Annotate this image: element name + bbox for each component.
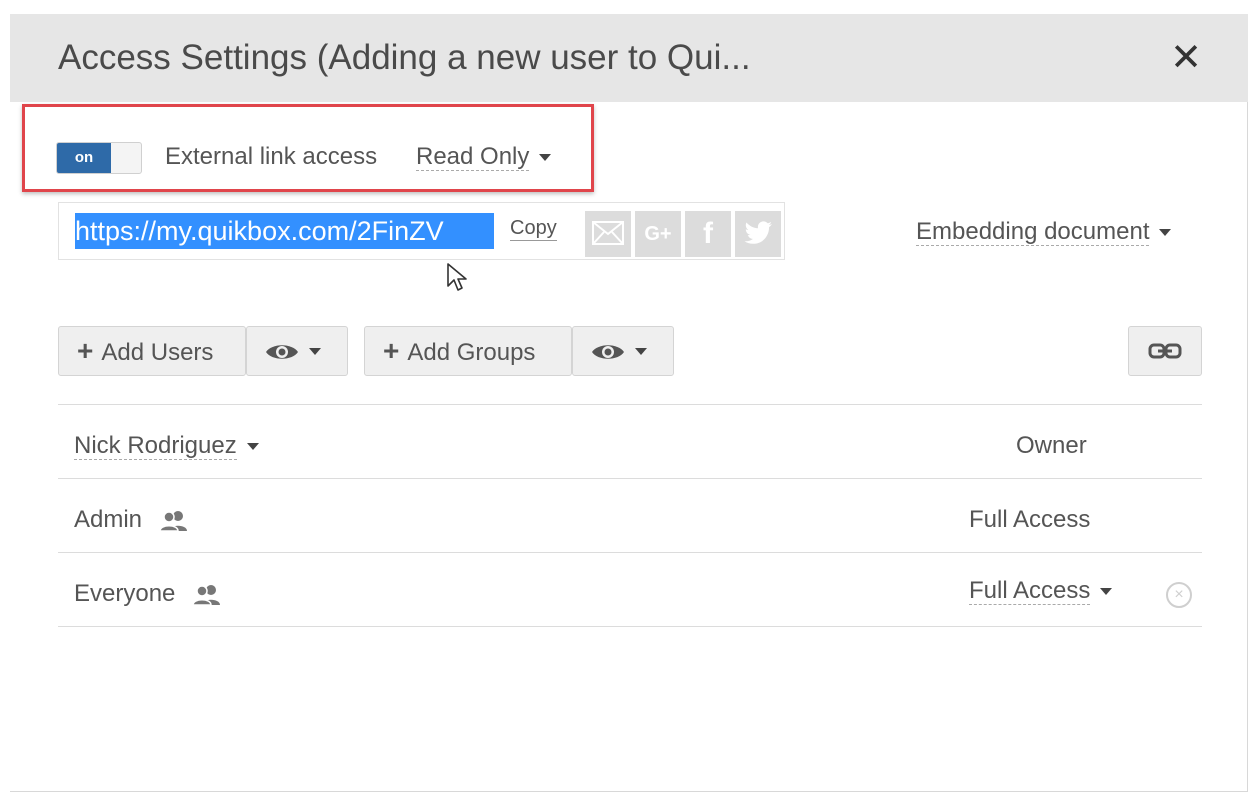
member-name: Everyone (74, 580, 176, 607)
member-name: Nick Rodriguez (74, 432, 237, 460)
chevron-down-icon (1159, 229, 1172, 237)
divider (58, 552, 1202, 553)
member-role: Full Access (969, 506, 1091, 533)
add-users-button[interactable]: + Add Users (58, 326, 246, 376)
add-groups-label: Add Groups (407, 339, 536, 366)
divider (58, 478, 1202, 479)
member-role-dropdown[interactable]: Full Access (969, 577, 1113, 605)
users-visibility-dropdown[interactable] (246, 326, 348, 376)
eye-icon (592, 344, 624, 359)
access-settings-dialog: Access Settings (Adding a new user to Qu… (10, 14, 1248, 792)
member-role: Full Access (969, 577, 1091, 605)
plus-icon: + (383, 335, 400, 366)
member-name: Admin (74, 506, 143, 533)
chevron-down-icon (1100, 588, 1113, 596)
group-icon (192, 584, 221, 606)
embedding-label: Embedding document (916, 218, 1150, 246)
embedding-document-dropdown[interactable]: Embedding document (916, 218, 1172, 246)
chevron-down-icon (539, 154, 552, 162)
facebook-icon[interactable]: f (685, 211, 731, 257)
divider (58, 626, 1202, 627)
dialog-title: Access Settings (Adding a new user to Qu… (58, 38, 751, 77)
divider (58, 404, 1202, 405)
add-groups-button[interactable]: + Add Groups (364, 326, 572, 376)
group-icon (158, 510, 187, 532)
member-role: Owner (1016, 432, 1087, 459)
member-row-everyone: Everyone (74, 580, 222, 608)
chevron-down-icon (246, 443, 259, 451)
close-icon[interactable]: ✕ (1166, 36, 1206, 80)
mouse-cursor-icon (447, 263, 467, 291)
member-row-admin: Admin (74, 506, 189, 534)
link-icon (1148, 343, 1182, 359)
copy-button[interactable]: Copy (510, 217, 557, 241)
link-button[interactable] (1128, 326, 1202, 376)
external-link-label: External link access (165, 143, 378, 170)
dialog-header: Access Settings (Adding a new user to Qu… (10, 14, 1248, 102)
twitter-icon[interactable] (735, 211, 781, 257)
share-url-field[interactable]: https://my.quikbox.com/2FinZV (75, 213, 494, 249)
chevron-down-icon (635, 348, 647, 356)
permission-dropdown[interactable]: Read Only (416, 143, 552, 171)
eye-icon (266, 344, 298, 359)
permission-value: Read Only (416, 143, 530, 171)
google-plus-icon[interactable]: G+ (635, 211, 681, 257)
plus-icon: + (77, 335, 94, 366)
groups-visibility-dropdown[interactable] (572, 326, 674, 376)
chevron-down-icon (309, 348, 321, 356)
remove-member-icon[interactable]: × (1166, 582, 1192, 608)
member-name-dropdown[interactable]: Nick Rodriguez (74, 432, 259, 460)
share-link-box: https://my.quikbox.com/2FinZV Copy G+ f (58, 202, 785, 260)
external-link-toggle[interactable]: on (56, 142, 142, 174)
toggle-on-label: on (57, 143, 111, 173)
email-icon[interactable] (585, 211, 631, 257)
add-users-label: Add Users (101, 339, 214, 366)
